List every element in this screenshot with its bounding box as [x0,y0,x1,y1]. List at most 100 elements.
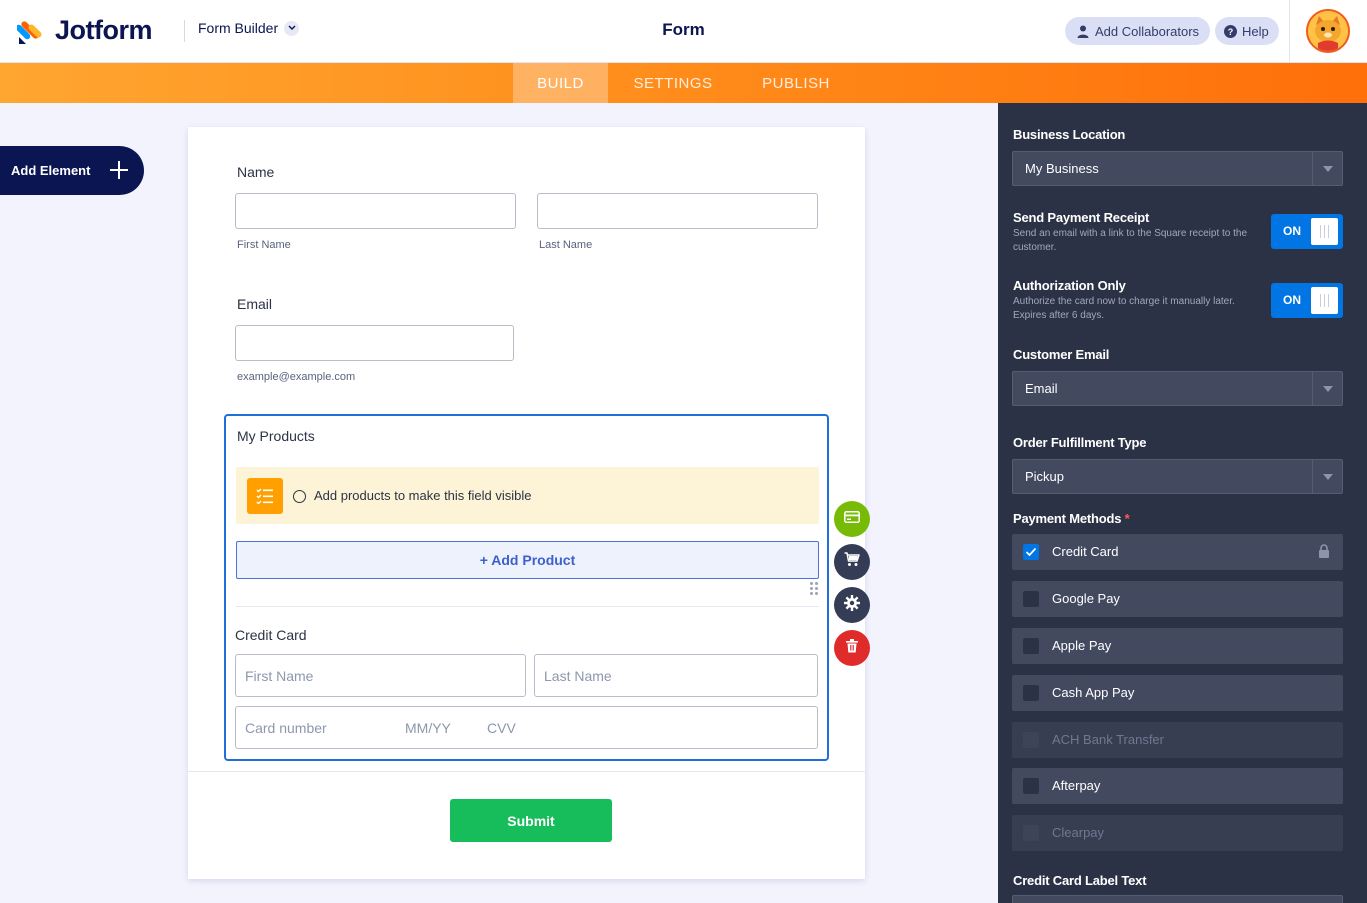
payment-properties-button[interactable] [834,501,870,537]
payment-method-label: Cash App Pay [1052,685,1135,700]
payment-method-credit-card[interactable]: Credit Card [1012,534,1343,570]
fulfillment-select[interactable]: Pickup [1012,459,1343,494]
checkbox[interactable] [1023,591,1039,607]
checkbox-checked[interactable] [1023,544,1039,560]
customer-email-value: Email [1025,381,1058,396]
cvv-placeholder: CVV [487,720,516,736]
products-field[interactable]: My Products Add products to make this fi… [224,414,829,761]
plus-icon [109,160,129,180]
email-label[interactable]: Email [237,296,272,312]
business-location-label: Business Location [1013,127,1126,142]
avatar[interactable] [1306,9,1350,53]
fulfillment-value: Pickup [1025,469,1065,484]
header-separator [1289,0,1290,63]
send-receipt-state: ON [1283,224,1301,238]
product-radio[interactable] [293,490,306,503]
payment-method-label: Credit Card [1052,544,1119,559]
tab-publish[interactable]: PUBLISH [750,63,842,103]
drag-handle-icon[interactable] [810,582,820,596]
checkbox[interactable] [1023,778,1039,794]
payment-method-label: ACH Bank Transfer [1052,732,1164,747]
cc-last-name-input[interactable]: Last Name [534,654,818,697]
card-number-placeholder: Card number [245,720,327,736]
products-button[interactable] [834,544,870,580]
caret-down-icon [1312,152,1342,185]
tab-settings[interactable]: SETTINGS [622,63,724,103]
payment-method-clearpay: Clearpay [1012,815,1343,851]
form-builder-label: Form Builder [198,20,279,36]
last-name-sublabel: Last Name [539,239,593,251]
payment-methods-label: Payment Methods * [1013,511,1130,526]
expiry-placeholder: MM/YY [405,720,451,736]
credit-card-icon [844,510,860,528]
send-receipt-desc: Send an email with a link to the Square … [1013,228,1248,253]
jotform-logo[interactable]: Jotform [15,15,153,46]
chevron-down-icon [284,20,300,36]
top-header: Jotform Form Builder Form Add Collaborat… [0,0,1367,63]
payment-method-google-pay[interactable]: Google Pay [1012,581,1343,617]
cc-label-text-input[interactable] [1012,895,1343,903]
form-builder-dropdown[interactable]: Form Builder [198,20,300,36]
products-label[interactable]: My Products [237,428,315,444]
payment-method-label: Apple Pay [1052,638,1112,653]
payment-method-label: Afterpay [1052,778,1101,793]
help-button[interactable]: ? Help [1215,17,1279,45]
add-collaborators-button[interactable]: Add Collaborators [1065,17,1211,45]
builder-nav: BUILD SETTINGS PUBLISH [0,63,1367,103]
auth-only-toggle[interactable]: ON [1271,283,1343,318]
checkbox[interactable] [1023,638,1039,654]
add-collaborators-label: Add Collaborators [1095,23,1200,39]
required-mark: * [1124,511,1130,526]
header-divider [184,20,185,42]
field-settings-button[interactable] [834,587,870,623]
add-element-button[interactable]: Add Element [0,146,144,195]
send-receipt-toggle[interactable]: ON [1271,214,1343,249]
caret-down-icon [1312,460,1342,493]
payment-method-apple-pay[interactable]: Apple Pay [1012,628,1343,664]
credit-card-label[interactable]: Credit Card [235,627,307,643]
delete-field-button[interactable] [834,630,870,666]
payment-method-cash-app-pay[interactable]: Cash App Pay [1012,675,1343,711]
auth-only-state: ON [1283,293,1301,307]
last-name-input[interactable] [537,193,818,229]
checkbox[interactable] [1023,685,1039,701]
business-location-value: My Business [1025,161,1099,176]
name-label[interactable]: Name [237,164,274,180]
caret-down-icon [1312,372,1342,405]
customer-email-select[interactable]: Email [1012,371,1343,406]
email-field[interactable] [235,325,514,361]
user-icon [1076,24,1090,38]
help-label: Help [1242,23,1269,39]
business-location-select[interactable]: My Business [1012,151,1343,186]
payment-method-label: Clearpay [1052,825,1105,840]
first-name-input[interactable] [235,193,516,229]
cc-last-name-placeholder: Last Name [544,668,612,684]
products-notice-text: Add products to make this field visible [314,488,532,503]
cart-icon [844,552,860,572]
payment-method-afterpay[interactable]: Afterpay [1012,768,1343,804]
tab-build[interactable]: BUILD [513,63,608,103]
payment-method-label: Google Pay [1052,591,1120,606]
card-number-input[interactable]: Card number MM/YY CVV [235,706,818,749]
products-notice: Add products to make this field visible [236,467,819,524]
cc-first-name-placeholder: First Name [245,668,314,684]
first-name-sublabel: First Name [237,239,291,251]
jotform-logo-icon [15,17,45,45]
checkbox-disabled [1023,825,1039,841]
list-icon [247,478,283,514]
submit-button[interactable]: Submit [450,799,612,842]
lock-icon [1318,544,1330,558]
add-product-button[interactable]: + Add Product [236,541,819,579]
cc-label-text-label: Credit Card Label Text [1013,873,1147,888]
payment-methods-text: Payment Methods [1013,511,1122,526]
gear-icon [844,594,860,616]
add-element-label: Add Element [11,163,91,178]
toggle-knob [1311,218,1338,245]
section-divider [236,606,819,607]
toggle-knob [1311,287,1338,314]
cc-first-name-input[interactable]: First Name [235,654,526,697]
email-sublabel: example@example.com [237,371,356,383]
trash-icon [846,638,858,658]
form-canvas: Name First Name Last Name Email example@… [188,127,870,879]
fulfillment-label: Order Fulfillment Type [1013,435,1147,450]
